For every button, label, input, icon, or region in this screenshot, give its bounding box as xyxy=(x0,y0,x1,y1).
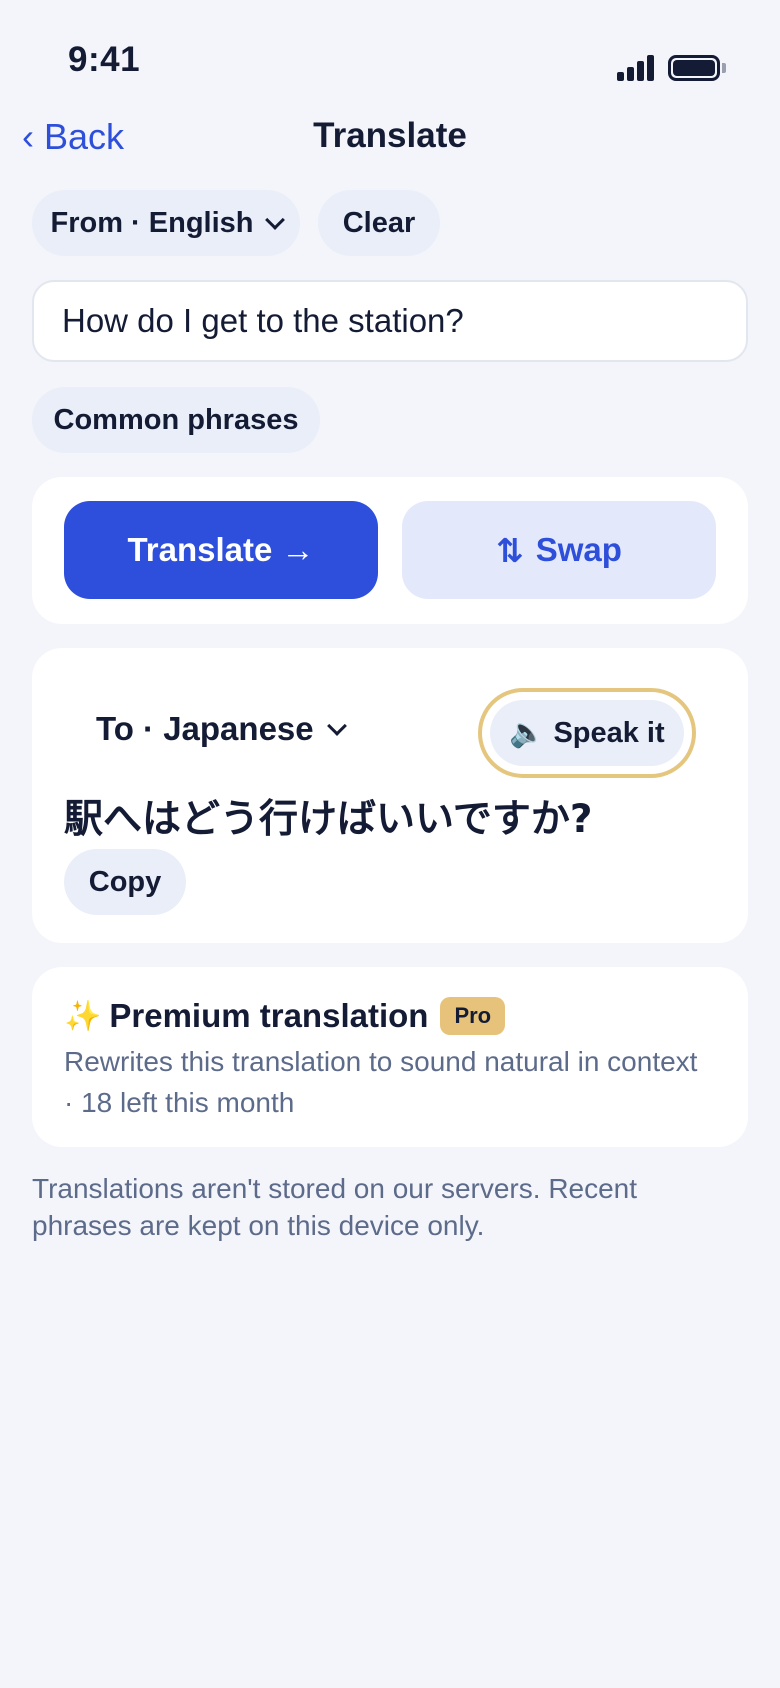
privacy-note: Translations aren't stored on our server… xyxy=(32,1173,638,1241)
speak-label: Speak it xyxy=(553,716,665,749)
copy-button[interactable]: Copy xyxy=(64,849,186,915)
source-text-input[interactable]: How do I get to the station? xyxy=(32,280,748,362)
translate-button[interactable]: Translate → xyxy=(64,501,378,599)
speaker-icon: 🔈 xyxy=(509,717,546,749)
source-language-select[interactable]: From · English xyxy=(32,190,300,256)
clear-button[interactable]: Clear xyxy=(318,190,440,256)
premium-description: Rewrites this translation to sound natur… xyxy=(64,1046,698,1118)
back-label: Back xyxy=(44,116,125,157)
result-card: To · Japanese 🔈 Speak it 駅へはどう行けばいいですか? … xyxy=(32,648,748,943)
swap-button[interactable]: ⇅ Swap xyxy=(402,501,716,599)
premium-card[interactable]: ✨ Premium translation Pro Rewrites this … xyxy=(32,967,748,1147)
source-language-label: From · English xyxy=(50,206,254,239)
status-time: 9:41 xyxy=(68,40,141,79)
chevron-down-icon xyxy=(264,210,285,230)
actions-card: Translate → ⇅ Swap xyxy=(32,477,748,624)
speak-button[interactable]: 🔈 Speak it xyxy=(490,700,684,766)
signal-icon xyxy=(617,55,655,81)
sparkle-icon: ✨ xyxy=(64,999,102,1033)
premium-title: Premium translation xyxy=(109,997,429,1034)
chevron-left-icon: ‹ xyxy=(22,116,34,157)
premium-title-row: ✨ Premium translation Pro xyxy=(64,997,506,1035)
swap-icon: ⇅ xyxy=(496,531,524,569)
battery-icon xyxy=(668,55,720,81)
status-bar: 9:41 xyxy=(0,0,780,120)
translated-text: 駅へはどう行けばいいですか? xyxy=(64,797,593,842)
battery-cap xyxy=(722,63,726,73)
target-language-label: To · Japanese xyxy=(96,710,314,747)
back-button[interactable]: ‹ Back xyxy=(22,116,124,158)
pro-badge: Pro xyxy=(440,997,506,1035)
common-phrases-button[interactable]: Common phrases xyxy=(32,387,320,453)
swap-label: Swap xyxy=(535,531,622,568)
chevron-down-icon xyxy=(326,716,347,736)
target-language-select[interactable]: To · Japanese xyxy=(96,710,347,748)
